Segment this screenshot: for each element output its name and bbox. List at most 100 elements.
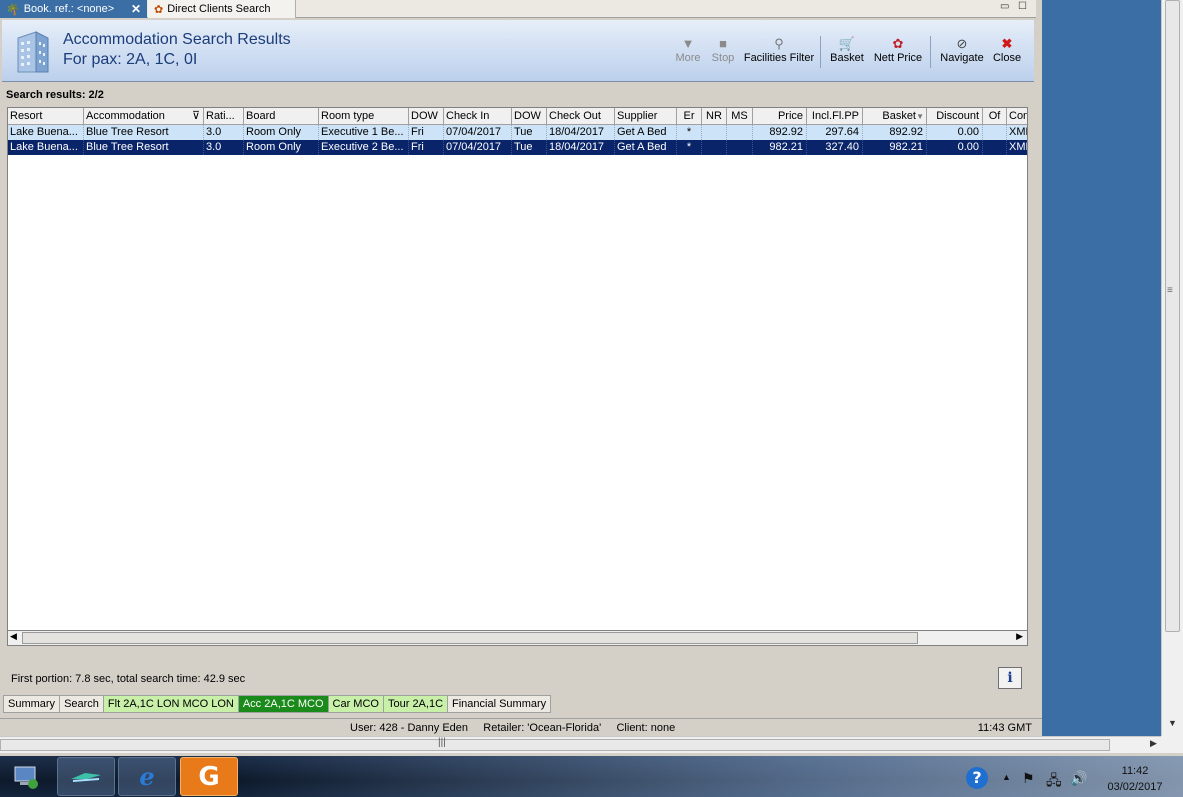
column-header[interactable]: Incl.Fl.PP: [807, 108, 863, 125]
nett-price-button[interactable]: ✿ Nett Price: [870, 36, 926, 64]
column-header[interactable]: Price: [753, 108, 807, 125]
grid-scroll-thumb[interactable]: [22, 632, 918, 644]
close-tab-icon[interactable]: ✕: [131, 2, 141, 16]
show-hidden-icons-icon[interactable]: ▲: [1002, 772, 1011, 782]
volume-icon[interactable]: 🔊: [1070, 770, 1087, 787]
close-button[interactable]: ✖ Close: [990, 36, 1024, 64]
taskbar-active-app[interactable]: G: [180, 757, 238, 796]
maximize-icon[interactable]: ☐: [1018, 1, 1027, 12]
taskbar-clock[interactable]: 11:42 03/02/2017: [1100, 763, 1170, 795]
tab-car[interactable]: Car MCO: [328, 695, 384, 713]
grid-cell: *: [677, 125, 702, 140]
scrollbar-corner: [1161, 736, 1183, 753]
navigate-label: Navigate: [940, 52, 984, 64]
action-center-flag-icon[interactable]: ⚑: [1022, 770, 1035, 787]
more-button[interactable]: ▼ More: [672, 36, 704, 64]
network-icon[interactable]: 🖧: [1046, 770, 1062, 794]
grid-cell: 0.00: [927, 125, 983, 140]
minimize-icon[interactable]: ▭: [1000, 1, 1009, 12]
filter-icon[interactable]: ⊽: [192, 108, 200, 125]
column-header[interactable]: Of: [983, 108, 1007, 125]
grid-cell: 982.21: [863, 140, 927, 155]
results-grid[interactable]: Resort Accommodation ⊽ Rati... Board Room…: [7, 107, 1028, 646]
results-header: Accommodation Search Results For pax: 2A…: [2, 20, 1034, 82]
stop-button[interactable]: ■ Stop: [708, 36, 738, 64]
column-header[interactable]: Room type: [319, 108, 409, 125]
column-header[interactable]: Check Out: [547, 108, 615, 125]
grid-cell: *: [677, 140, 702, 155]
scroll-down-arrow-icon[interactable]: ▼: [1168, 718, 1177, 728]
document-tab-bar: 🌴 Book. ref.: <none> ✕ ✿ Direct Clients …: [0, 0, 1036, 18]
grid-cell: Fri: [409, 125, 444, 140]
tab-tour[interactable]: Tour 2A,1C: [383, 695, 449, 713]
stop-icon: ■: [719, 36, 727, 51]
grid-cell: Tue: [512, 125, 547, 140]
window-horizontal-scrollbar[interactable]: ||| ▶: [0, 736, 1161, 753]
column-header[interactable]: Check In: [444, 108, 512, 125]
grid-cell: Get A Bed: [615, 140, 677, 155]
grid-cell: Get A Bed: [615, 125, 677, 140]
grid-cell: [702, 125, 727, 140]
column-header[interactable]: Rati...: [204, 108, 244, 125]
column-header[interactable]: Con: [1007, 108, 1027, 125]
grid-cell: 07/04/2017: [444, 125, 512, 140]
column-header-label: Accommodation: [86, 110, 165, 122]
column-header[interactable]: MS: [727, 108, 753, 125]
scroll-left-arrow-icon[interactable]: ◀: [10, 631, 17, 642]
column-header[interactable]: DOW: [409, 108, 444, 125]
column-header[interactable]: Supplier: [615, 108, 677, 125]
facilities-filter-button[interactable]: ⚲ Facilities Filter: [742, 36, 816, 64]
taskbar-ie-icon[interactable]: e: [118, 757, 176, 796]
tab-flight[interactable]: Flt 2A,1C LON MCO LON: [103, 695, 239, 713]
toolbar-separator: [820, 36, 821, 68]
clients-icon: ✿: [154, 3, 164, 16]
tab-financial-summary[interactable]: Financial Summary: [448, 695, 552, 713]
column-header[interactable]: DOW: [512, 108, 547, 125]
grid-cell: 3.0: [204, 125, 244, 140]
navigate-compass-icon: ⊘: [956, 36, 968, 51]
scroll-right-arrow-icon[interactable]: ▶: [1016, 631, 1023, 642]
taskbar-app-icon[interactable]: [57, 757, 115, 796]
window-scroll-thumb[interactable]: [0, 739, 1110, 751]
scroll-right-arrow-icon[interactable]: ▶: [1150, 738, 1157, 749]
grid-cell: 07/04/2017: [444, 140, 512, 155]
column-header[interactable]: Resort: [8, 108, 84, 125]
grid-cell: Fri: [409, 140, 444, 155]
column-header[interactable]: NR: [702, 108, 727, 125]
info-button[interactable]: i: [998, 667, 1022, 689]
taskbar-computer-icon[interactable]: [0, 757, 52, 796]
table-row[interactable]: Lake Buena... Blue Tree Resort 3.0 Room …: [8, 125, 1027, 140]
tab-direct-clients-search[interactable]: ✿ Direct Clients Search: [148, 0, 296, 18]
app-window: 🌴 Book. ref.: <none> ✕ ✿ Direct Clients …: [0, 0, 1036, 718]
grid-horizontal-scrollbar[interactable]: ◀ ▶: [7, 630, 1028, 646]
column-header[interactable]: Basket ▼: [863, 108, 927, 125]
column-header[interactable]: Board: [244, 108, 319, 125]
grid-cell: Executive 2 Be...: [319, 140, 409, 155]
grid-cell: XML: [1009, 141, 1027, 153]
column-header[interactable]: Discount: [927, 108, 983, 125]
bottom-tab-bar: Summary Search Flt 2A,1C LON MCO LON Acc…: [3, 695, 552, 713]
basket-button[interactable]: 🛒 Basket: [826, 36, 868, 64]
grid-cell: 892.92: [753, 125, 807, 140]
vertical-scroll-thumb[interactable]: [1165, 0, 1180, 632]
grid-header: Resort Accommodation ⊽ Rati... Board Room…: [8, 108, 1027, 125]
grid-cell: Lake Buena...: [8, 125, 84, 140]
vertical-scrollbar[interactable]: ≡ ▼: [1161, 0, 1183, 736]
computer-icon: [14, 766, 38, 789]
help-icon[interactable]: ?: [966, 767, 988, 789]
column-header[interactable]: Er: [677, 108, 702, 125]
tab-accommodation[interactable]: Acc 2A,1C MCO: [238, 695, 329, 713]
tab-booking[interactable]: 🌴 Book. ref.: <none> ✕: [0, 0, 147, 18]
facilities-filter-label: Facilities Filter: [743, 52, 815, 64]
tab-search[interactable]: Search: [60, 695, 104, 713]
clock-date: 03/02/2017: [1107, 781, 1163, 793]
down-triangle-icon: ▼: [681, 36, 695, 51]
navigate-button[interactable]: ⊘ Navigate: [936, 36, 988, 64]
table-row[interactable]: Lake Buena... Blue Tree Resort 3.0 Room …: [8, 140, 1027, 155]
grid-cell: Blue Tree Resort: [84, 125, 204, 140]
stop-label: Stop: [711, 52, 735, 64]
grid-cell: [727, 140, 753, 155]
tab-summary[interactable]: Summary: [3, 695, 61, 713]
column-header[interactable]: Accommodation ⊽: [84, 108, 204, 125]
grid-cell: Lake Buena...: [8, 140, 84, 155]
